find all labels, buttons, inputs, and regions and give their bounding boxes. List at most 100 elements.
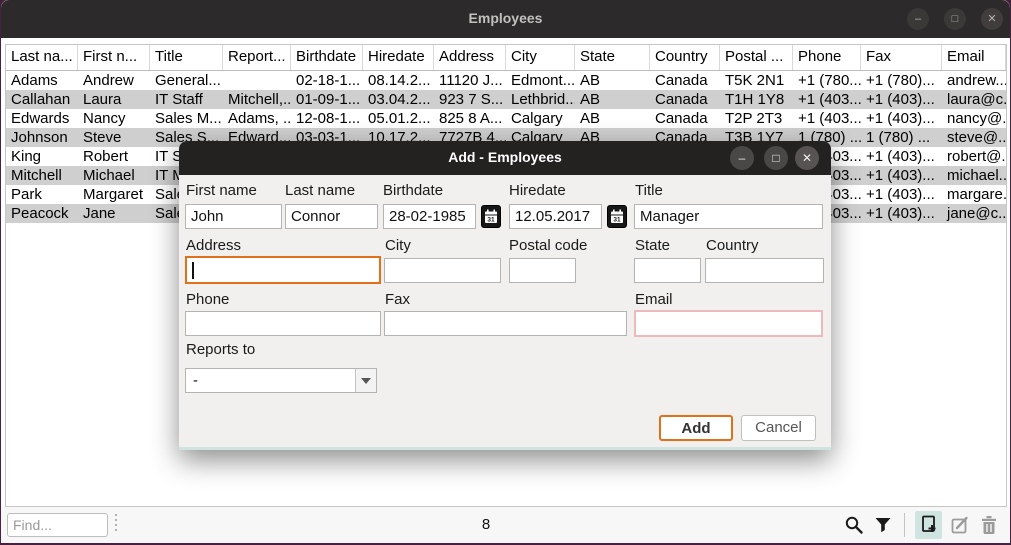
table-cell[interactable]: AB xyxy=(575,71,650,90)
column-header[interactable]: Email xyxy=(942,45,1006,70)
window-titlebar[interactable]: Employees – □ ✕ xyxy=(1,0,1010,38)
table-cell[interactable]: steve@... xyxy=(942,128,1006,147)
last-name-field[interactable] xyxy=(285,204,378,229)
table-cell[interactable]: Jane xyxy=(78,204,150,223)
column-header[interactable]: First n... xyxy=(78,45,150,70)
table-cell[interactable]: Canada xyxy=(650,109,720,128)
table-cell[interactable]: 825 8 A... xyxy=(434,109,506,128)
maximize-icon[interactable]: □ xyxy=(764,146,788,170)
table-cell[interactable]: 12-08-1... xyxy=(291,109,363,128)
dialog-titlebar[interactable]: Add - Employees – □ ✕ xyxy=(179,141,831,175)
column-header[interactable]: City xyxy=(506,45,575,70)
close-icon[interactable]: ✕ xyxy=(795,146,819,170)
city-field[interactable] xyxy=(384,258,501,283)
table-row[interactable]: EdwardsNancySales M...Adams, ...12-08-1.… xyxy=(6,109,1006,128)
table-cell[interactable]: AB xyxy=(575,90,650,109)
table-cell[interactable]: +1 (403)... xyxy=(861,90,942,109)
table-cell[interactable]: 1 (780) ... xyxy=(861,128,942,147)
hiredate-field[interactable] xyxy=(509,204,602,229)
table-cell[interactable]: Lethbrid... xyxy=(506,90,575,109)
table-cell[interactable]: Sales M... xyxy=(150,109,223,128)
table-cell[interactable]: +1 (403... xyxy=(793,109,861,128)
table-cell[interactable]: Calgary xyxy=(506,109,575,128)
table-cell[interactable]: Canada xyxy=(650,71,720,90)
search-icon[interactable] xyxy=(843,514,865,536)
column-header[interactable]: Title xyxy=(150,45,223,70)
delete-record-icon[interactable] xyxy=(978,514,1000,536)
column-header[interactable]: Last na... xyxy=(6,45,78,70)
table-cell[interactable]: laura@c... xyxy=(942,90,1006,109)
table-cell[interactable]: +1 (403)... xyxy=(861,185,942,204)
table-cell[interactable]: +1 (403)... xyxy=(861,109,942,128)
column-header[interactable]: Postal ... xyxy=(720,45,793,70)
table-cell[interactable]: Adams, ... xyxy=(223,109,291,128)
email-field[interactable] xyxy=(634,310,823,337)
table-cell[interactable]: margare... xyxy=(942,185,1006,204)
table-cell[interactable]: Robert xyxy=(78,147,150,166)
table-cell[interactable]: Park xyxy=(6,185,78,204)
table-cell[interactable]: +1 (403)... xyxy=(861,204,942,223)
column-header[interactable]: Report... xyxy=(223,45,291,70)
table-row[interactable]: CallahanLauraIT StaffMitchell,...01-09-1… xyxy=(6,90,1006,109)
reports-to-dropdown[interactable]: - xyxy=(185,368,377,393)
birthdate-field[interactable] xyxy=(383,204,476,229)
table-cell[interactable] xyxy=(223,71,291,90)
add-button[interactable]: Add xyxy=(659,415,733,441)
postal-code-field[interactable] xyxy=(509,258,576,283)
filter-icon[interactable] xyxy=(872,514,894,536)
table-cell[interactable]: 923 7 S... xyxy=(434,90,506,109)
column-header[interactable]: Birthdate xyxy=(291,45,363,70)
column-header[interactable]: State xyxy=(575,45,650,70)
first-name-field[interactable] xyxy=(185,204,282,229)
table-cell[interactable]: robert@... xyxy=(942,147,1006,166)
table-cell[interactable]: andrew... xyxy=(942,71,1006,90)
country-field[interactable] xyxy=(705,258,824,283)
table-cell[interactable]: nancy@... xyxy=(942,109,1006,128)
table-cell[interactable]: IT Staff xyxy=(150,90,223,109)
column-header[interactable]: Hiredate xyxy=(363,45,434,70)
phone-field[interactable] xyxy=(185,311,381,336)
maximize-icon[interactable]: □ xyxy=(944,8,966,30)
fax-field[interactable] xyxy=(384,311,627,336)
table-cell[interactable]: +1 (403)... xyxy=(861,166,942,185)
minimize-icon[interactable]: – xyxy=(730,146,754,170)
table-cell[interactable]: michael... xyxy=(942,166,1006,185)
chevron-down-icon[interactable] xyxy=(355,369,376,392)
table-cell[interactable]: +1 (403)... xyxy=(861,147,942,166)
table-cell[interactable]: Mitchell,... xyxy=(223,90,291,109)
cancel-button[interactable]: Cancel xyxy=(741,415,816,441)
table-cell[interactable]: King xyxy=(6,147,78,166)
table-cell[interactable]: Callahan xyxy=(6,90,78,109)
table-cell[interactable]: T2P 2T3 xyxy=(720,109,793,128)
address-field[interactable] xyxy=(185,256,381,284)
table-cell[interactable]: jane@c... xyxy=(942,204,1006,223)
table-cell[interactable]: Johnson xyxy=(6,128,78,147)
table-cell[interactable]: Peacock xyxy=(6,204,78,223)
table-cell[interactable]: 03.04.2... xyxy=(363,90,434,109)
table-cell[interactable]: Edmont... xyxy=(506,71,575,90)
column-header[interactable]: Country xyxy=(650,45,720,70)
table-cell[interactable]: 01-09-1... xyxy=(291,90,363,109)
table-cell[interactable]: Mitchell xyxy=(6,166,78,185)
close-icon[interactable]: ✕ xyxy=(981,8,1003,30)
table-cell[interactable]: 02-18-1... xyxy=(291,71,363,90)
table-cell[interactable]: Michael xyxy=(78,166,150,185)
add-record-icon[interactable] xyxy=(915,511,942,539)
table-cell[interactable]: Edwards xyxy=(6,109,78,128)
table-cell[interactable]: Andrew xyxy=(78,71,150,90)
column-header[interactable]: Fax xyxy=(861,45,942,70)
table-cell[interactable]: Laura xyxy=(78,90,150,109)
table-cell[interactable]: T1H 1Y8 xyxy=(720,90,793,109)
table-row[interactable]: AdamsAndrewGeneral...02-18-1...08.14.2..… xyxy=(6,71,1006,90)
table-cell[interactable]: 11120 J... xyxy=(434,71,506,90)
table-cell[interactable]: Canada xyxy=(650,90,720,109)
title-field[interactable] xyxy=(634,204,823,229)
state-field[interactable] xyxy=(634,258,701,283)
calendar-icon[interactable]: 31 xyxy=(481,205,501,228)
column-header[interactable]: Address xyxy=(434,45,506,70)
minimize-icon[interactable]: – xyxy=(907,8,929,30)
table-cell[interactable]: T5K 2N1 xyxy=(720,71,793,90)
table-cell[interactable]: 05.01.2... xyxy=(363,109,434,128)
table-cell[interactable]: 08.14.2... xyxy=(363,71,434,90)
table-cell[interactable]: Margaret xyxy=(78,185,150,204)
